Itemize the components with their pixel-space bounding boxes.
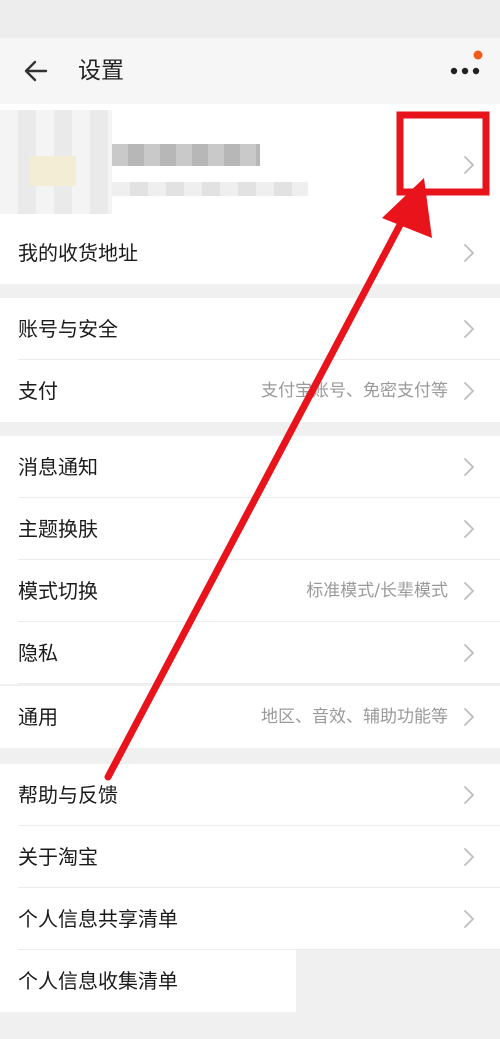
chevron-right-icon — [462, 242, 476, 264]
row-mode-switch[interactable]: 模式切换 标准模式/长辈模式 — [0, 560, 500, 622]
row-label: 帮助与反馈 — [18, 783, 118, 807]
avatar — [0, 110, 112, 214]
status-bar — [0, 0, 500, 38]
chevron-right-icon — [462, 154, 476, 176]
more-icon[interactable] — [442, 46, 492, 86]
chevron-right-icon — [462, 318, 476, 340]
chevron-right-icon — [462, 456, 476, 478]
row-privacy[interactable]: 隐私 — [0, 622, 500, 684]
chevron-right-icon — [462, 580, 476, 602]
notification-dot-icon — [473, 50, 483, 60]
blurred-account-info — [112, 182, 308, 196]
blurred-username — [112, 144, 260, 166]
row-label: 个人信息收集清单 — [18, 969, 178, 993]
chevron-right-icon — [462, 846, 476, 868]
row-info-collection-list[interactable]: 个人信息收集清单 — [0, 950, 296, 1012]
row-label: 主题换肤 — [18, 517, 98, 541]
row-label: 关于淘宝 — [18, 845, 98, 869]
chevron-right-icon — [462, 908, 476, 930]
row-label: 账号与安全 — [18, 317, 118, 341]
row-payment[interactable]: 支付 支付宝账号、免密支付等 — [0, 360, 500, 422]
row-label: 支付 — [18, 379, 58, 403]
page-title: 设置 — [78, 58, 124, 84]
back-arrow-icon[interactable] — [16, 53, 56, 89]
row-account-security[interactable]: 账号与安全 — [0, 298, 500, 360]
chevron-right-icon — [462, 380, 476, 402]
profile-card[interactable] — [0, 104, 500, 222]
row-about[interactable]: 关于淘宝 — [0, 826, 500, 888]
row-value: 标准模式/长辈模式 — [306, 581, 448, 601]
row-label: 我的收货地址 — [18, 241, 138, 265]
row-label: 模式切换 — [18, 579, 98, 603]
nav-bar: 设置 — [0, 38, 500, 104]
row-label: 通用 — [18, 705, 58, 729]
chevron-right-icon — [462, 518, 476, 540]
row-general[interactable]: 通用 地区、音效、辅助功能等 — [0, 686, 500, 748]
row-label: 个人信息共享清单 — [18, 907, 178, 931]
row-value: 支付宝账号、免密支付等 — [261, 381, 448, 401]
row-help-feedback[interactable]: 帮助与反馈 — [0, 764, 500, 826]
row-label: 消息通知 — [18, 455, 98, 479]
row-label: 隐私 — [18, 641, 58, 665]
row-value: 地区、音效、辅助功能等 — [261, 707, 448, 727]
chevron-right-icon — [462, 642, 476, 664]
row-shipping-address[interactable]: 我的收货地址 — [0, 222, 500, 284]
chevron-right-icon — [462, 706, 476, 728]
chevron-right-icon — [462, 784, 476, 806]
row-info-sharing-list[interactable]: 个人信息共享清单 — [0, 888, 500, 950]
row-notifications[interactable]: 消息通知 — [0, 436, 500, 498]
row-theme[interactable]: 主题换肤 — [0, 498, 500, 560]
